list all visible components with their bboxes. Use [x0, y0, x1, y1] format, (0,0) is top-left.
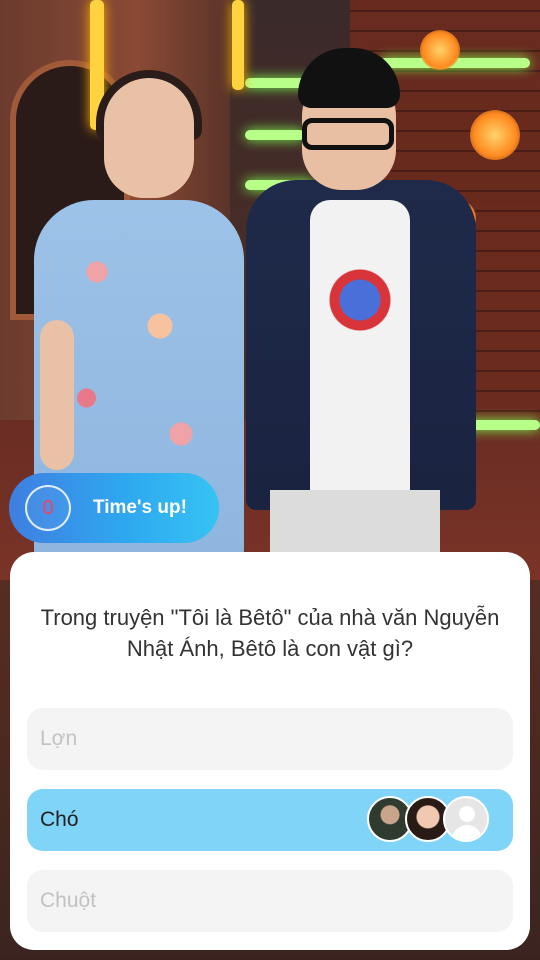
answer-label: Lợn: [40, 727, 78, 750]
lantern-light: [420, 30, 460, 70]
lantern-light: [470, 110, 520, 160]
answer-label: Chuột: [40, 889, 97, 912]
host-man-shirt: [310, 200, 410, 500]
answered-players-avatars: [367, 796, 489, 844]
neon-light: [232, 0, 244, 90]
answer-option-1[interactable]: Lợn: [27, 708, 513, 770]
question-card: Trong truyện "Tôi là Bêtô" của nhà văn N…: [10, 552, 530, 950]
answer-option-3[interactable]: Chuột: [27, 870, 513, 932]
host-man-shirt-print: [322, 255, 398, 345]
host-woman-arm: [40, 320, 74, 470]
countdown-timer: 0: [25, 485, 71, 531]
host-woman-face: [104, 78, 194, 198]
timer-status-label: Time's up!: [93, 497, 187, 518]
question-text: Trong truyện "Tôi là Bêtô" của nhà văn N…: [40, 605, 500, 661]
default-avatar-icon: [443, 796, 489, 842]
neon-light: [245, 130, 305, 140]
timer-status-pill: 0 Time's up!: [9, 473, 219, 543]
answer-label: Chó: [40, 808, 79, 831]
host-man-glasses: [302, 118, 394, 150]
answer-option-2-correct[interactable]: Chó: [27, 789, 513, 851]
